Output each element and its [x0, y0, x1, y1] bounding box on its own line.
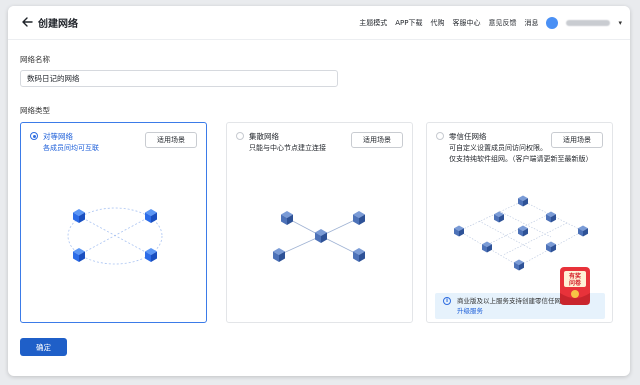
hub-topology-diagram: [273, 211, 365, 262]
radio-peer[interactable]: [30, 132, 38, 140]
card-title-hub: 集散网络: [249, 132, 279, 141]
top-bar: 创建网络 主题模式 APP下载 代购 客服中心 意见反馈 消息 ▾: [8, 6, 630, 40]
scenario-button-hub[interactable]: 适用场景: [351, 132, 403, 148]
nav-feedback[interactable]: 意见反馈: [488, 18, 516, 28]
coupon-line-2: 问卷: [569, 279, 582, 287]
top-nav: 主题模式 APP下载 代购 客服中心 意见反馈 消息 ▾: [359, 6, 622, 39]
nav-purchase[interactable]: 代购: [430, 18, 444, 28]
nav-app-download[interactable]: APP下载: [395, 18, 422, 28]
avatar[interactable]: [546, 16, 559, 29]
name-field-label: 网络名称: [20, 55, 50, 64]
network-type-card-zero-trust[interactable]: 零信任网络 可自定义设置成员间访问权限。 仅支持纯软件组网。（客户端请更新至最新…: [426, 122, 613, 323]
type-field-label: 网络类型: [20, 106, 50, 115]
radio-zero-trust[interactable]: [436, 132, 444, 140]
confirm-button[interactable]: 确定: [20, 338, 67, 356]
nav-support[interactable]: 客服中心: [452, 18, 480, 28]
card-desc-peer: 各成员间均可互联: [43, 143, 99, 154]
peer-topology-diagram: [67, 207, 163, 265]
network-name-input[interactable]: 数码日记的网络: [20, 70, 338, 87]
card-desc-peer-line: 各成员间均可互联: [43, 144, 99, 152]
network-type-card-hub[interactable]: 集散网络 只能与中心节点建立连接 适用场景: [226, 122, 413, 323]
scenario-button-zero-trust[interactable]: 适用场景: [551, 132, 603, 148]
scenario-button-peer[interactable]: 适用场景: [145, 132, 197, 148]
back-arrow-icon[interactable]: [20, 15, 34, 29]
card-title-zero-trust: 零信任网络: [449, 132, 487, 141]
page-title: 创建网络: [38, 19, 78, 30]
network-type-card-peer[interactable]: 对等网络 各成员间均可互联 适用场景: [20, 122, 207, 323]
card-title-peer: 对等网络: [43, 132, 73, 141]
radio-hub[interactable]: [236, 132, 244, 140]
info-icon: i: [443, 297, 451, 305]
chevron-down-icon[interactable]: ▾: [618, 19, 622, 27]
username-redacted[interactable]: [566, 19, 611, 26]
survey-coupon-badge[interactable]: 有奖 问卷: [557, 263, 593, 307]
coupon-line-1: 有奖: [569, 272, 581, 280]
card-desc-hub: 只能与中心节点建立连接: [249, 143, 326, 154]
card-desc-hub-line: 只能与中心节点建立连接: [249, 144, 326, 152]
upgrade-link[interactable]: 升级服务: [457, 307, 483, 315]
app-window: 创建网络 主题模式 APP下载 代购 客服中心 意见反馈 消息 ▾ 网络名称 数…: [8, 6, 630, 376]
nav-messages[interactable]: 消息: [524, 18, 538, 28]
nav-theme-mode[interactable]: 主题模式: [359, 18, 387, 28]
network-name-value: 数码日记的网络: [27, 74, 80, 83]
